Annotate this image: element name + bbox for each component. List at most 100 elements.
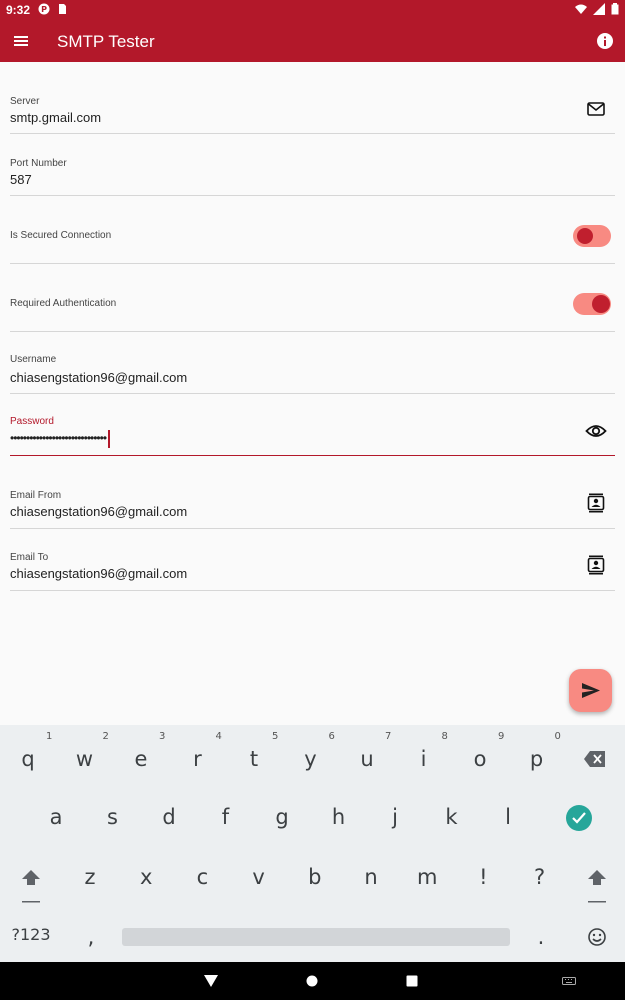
- port-value[interactable]: 587: [10, 172, 32, 187]
- password-dots: ••••••••••••••••••••••••••••••: [10, 431, 107, 446]
- password-field[interactable]: Password ••••••••••••••••••••••••••••••: [10, 408, 615, 456]
- key-c[interactable]: c: [174, 865, 230, 889]
- contacts-icon[interactable]: [585, 554, 607, 576]
- server-label: Server: [10, 96, 40, 107]
- key-label: z: [84, 865, 96, 889]
- recents-icon[interactable]: [406, 975, 418, 987]
- key-l[interactable]: l: [480, 805, 536, 829]
- key-x[interactable]: x: [118, 865, 174, 889]
- secured-connection-toggle[interactable]: [573, 225, 611, 247]
- key-hint: 5: [272, 731, 279, 742]
- space-bar[interactable]: [122, 928, 510, 946]
- key-label: !: [479, 865, 488, 889]
- key-b[interactable]: b: [287, 865, 343, 889]
- key-hint: 8: [441, 731, 448, 742]
- server-field[interactable]: Server smtp.gmail.com: [10, 86, 615, 134]
- key-?[interactable]: ?: [512, 865, 568, 889]
- key-m[interactable]: m: [399, 865, 455, 889]
- key-label: h: [331, 805, 346, 829]
- key-label: x: [139, 865, 153, 889]
- key-hint: 9: [498, 731, 505, 742]
- contacts-icon[interactable]: [585, 492, 607, 514]
- key-d[interactable]: d: [141, 805, 197, 829]
- port-field[interactable]: Port Number 587: [10, 148, 615, 196]
- key-k[interactable]: k: [424, 805, 480, 829]
- period-key[interactable]: .: [513, 925, 569, 949]
- shift-right-icon[interactable]: [586, 867, 608, 905]
- key-n[interactable]: n: [343, 865, 399, 889]
- key-label: v: [252, 865, 265, 889]
- key-label: i: [420, 747, 427, 771]
- key-label: q: [21, 747, 35, 771]
- soft-keyboard: 1q2w3e4r5t6y7u8i9o0p asdfghjkl z x c v b n m!?…: [0, 725, 625, 962]
- back-icon[interactable]: [203, 974, 219, 988]
- info-icon[interactable]: [595, 31, 615, 51]
- key-s[interactable]: s: [85, 805, 141, 829]
- comma-label: ,: [87, 925, 95, 949]
- battery-icon: [611, 3, 619, 15]
- key-j[interactable]: j: [367, 805, 423, 829]
- email-to-value[interactable]: chiasengstation96@gmail.com: [10, 566, 187, 581]
- key-label: b: [308, 865, 322, 889]
- key-r[interactable]: 4r: [170, 731, 226, 771]
- backspace-icon[interactable]: [583, 749, 607, 769]
- key-v[interactable]: v: [231, 865, 287, 889]
- secured-connection-row: Is Secured Connection: [10, 196, 615, 264]
- menu-icon[interactable]: [12, 31, 32, 51]
- key-w[interactable]: 2w: [57, 731, 113, 771]
- email-to-field[interactable]: Email To chiasengstation96@gmail.com: [10, 544, 615, 591]
- key-f[interactable]: f: [198, 805, 254, 829]
- key-o[interactable]: 9o: [452, 731, 508, 771]
- secured-connection-label: Is Secured Connection: [10, 230, 112, 241]
- emoji-icon[interactable]: [587, 927, 607, 947]
- key-label: o: [473, 747, 487, 771]
- email-from-field[interactable]: Email From chiasengstation96@gmail.com: [10, 482, 615, 529]
- email-from-value[interactable]: chiasengstation96@gmail.com: [10, 504, 187, 519]
- app-title: SMTP Tester: [57, 32, 155, 51]
- key-u[interactable]: 7u: [339, 731, 395, 771]
- symbols-key[interactable]: ?123: [3, 925, 59, 944]
- server-value[interactable]: smtp.gmail.com: [10, 110, 101, 125]
- key-label: a: [49, 805, 63, 829]
- key-hint: 2: [102, 731, 109, 742]
- key-![interactable]: !: [455, 865, 511, 889]
- key-a[interactable]: a: [28, 805, 84, 829]
- key-label: s: [107, 805, 118, 829]
- required-auth-toggle[interactable]: [573, 293, 611, 315]
- home-icon[interactable]: [306, 975, 318, 987]
- username-label: Username: [10, 354, 57, 365]
- key-label: u: [360, 747, 374, 771]
- key-h[interactable]: h: [311, 805, 367, 829]
- enter-key[interactable]: [565, 804, 593, 832]
- status-bar: 9:32 P: [0, 0, 625, 20]
- key-g[interactable]: g: [254, 805, 310, 829]
- password-label: Password: [10, 416, 54, 427]
- required-auth-row: Required Authentication: [10, 264, 615, 332]
- send-button[interactable]: [569, 669, 612, 712]
- key-label: r: [193, 747, 202, 771]
- key-y[interactable]: 6y: [283, 731, 339, 771]
- eye-icon[interactable]: [585, 420, 607, 442]
- keyboard-switch-icon[interactable]: [562, 977, 576, 985]
- key-label: w: [75, 747, 94, 771]
- navigation-bar: [0, 962, 625, 1000]
- key-e[interactable]: 3e: [113, 731, 169, 771]
- mail-icon: [587, 102, 605, 116]
- email-to-label: Email To: [10, 552, 49, 563]
- wifi-icon: [575, 4, 587, 14]
- password-value[interactable]: ••••••••••••••••••••••••••••••: [10, 430, 110, 448]
- key-z[interactable]: z: [62, 865, 118, 889]
- shift-left-icon[interactable]: [20, 867, 42, 905]
- username-field[interactable]: Username chiasengstation96@gmail.com: [10, 346, 615, 394]
- svg-text:P: P: [41, 5, 47, 14]
- key-i[interactable]: 8i: [396, 731, 452, 771]
- key-label: p: [529, 747, 544, 771]
- symbols-label: ?123: [11, 925, 51, 944]
- key-label: l: [505, 805, 511, 829]
- key-p[interactable]: 0p: [509, 731, 565, 771]
- username-value[interactable]: chiasengstation96@gmail.com: [10, 370, 187, 385]
- required-auth-label: Required Authentication: [10, 298, 117, 309]
- key-t[interactable]: 5t: [226, 731, 282, 771]
- comma-key[interactable]: ,: [63, 925, 119, 949]
- key-q[interactable]: 1q: [0, 731, 56, 771]
